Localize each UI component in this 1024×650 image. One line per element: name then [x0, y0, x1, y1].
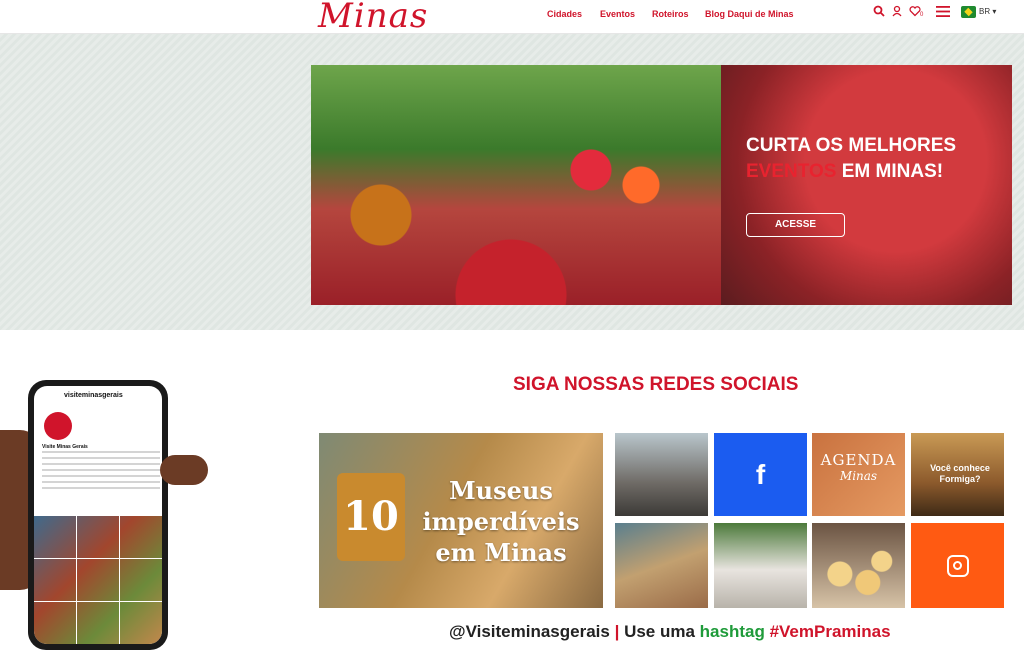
post-forminga[interactable]: Você conhece Formiga? — [911, 433, 1004, 516]
minas-logo[interactable]: Minas — [318, 0, 428, 36]
acesse-button[interactable]: ACESSE — [746, 213, 845, 237]
banner-title: CURTA OS MELHORES EVENTOS EM MINAS! — [746, 135, 957, 182]
thumb-image — [160, 455, 208, 485]
post-museus[interactable]: 10 Museus imperdíveis em Minas — [319, 433, 603, 608]
post-photo-pao-de-queijo[interactable] — [812, 523, 905, 608]
nav-cidades[interactable]: Cidades — [547, 9, 582, 19]
flag-icon[interactable] — [961, 6, 976, 18]
facebook-icon[interactable]: f — [714, 433, 807, 516]
nav-eventos[interactable]: Eventos — [600, 9, 635, 19]
phone-mockup: visiteminasgerais Visite Minas Gerais — [28, 380, 168, 650]
phone-instagram-handle: visiteminasgerais — [64, 392, 123, 399]
post-agenda-minas[interactable]: AGENDA Minas — [812, 433, 905, 516]
favorites-count: 0 — [920, 12, 924, 18]
menu-icon[interactable] — [936, 5, 950, 21]
events-banner[interactable]: CURTA OS MELHORES EVENTOS EM MINAS! ACES… — [311, 65, 1012, 305]
instagram-icon[interactable] — [911, 523, 1004, 608]
phone-photo-grid — [34, 516, 162, 644]
social-section-title: SIGA NOSSAS REDES SOCIAIS — [513, 374, 799, 395]
search-icon[interactable] — [873, 5, 885, 20]
user-icon[interactable] — [891, 5, 903, 20]
phone-screen: visiteminasgerais Visite Minas Gerais — [34, 386, 162, 644]
museus-caption: Museus imperdíveis em Minas — [422, 476, 580, 567]
phone-bio-text — [42, 451, 160, 491]
banner-text-panel — [721, 65, 1012, 305]
language-selector[interactable]: BR ▾ — [979, 7, 996, 16]
profile-avatar — [44, 412, 72, 440]
top-navigation-bar: Minas Cidades Eventos Roteiros Blog Daqu… — [0, 0, 1024, 36]
post-photo-hat[interactable] — [615, 523, 708, 608]
nav-blog-daqui-de-minas[interactable]: Blog Daqui de Minas — [705, 9, 794, 19]
hashtag-line: @Visiteminasgerais | Use uma hashtag #Ve… — [449, 622, 891, 641]
nav-roteiros[interactable]: Roteiros — [652, 9, 689, 19]
post-photo-food[interactable] — [714, 523, 807, 608]
museus-number: 10 — [337, 473, 405, 561]
phone-profile-name: Visite Minas Gerais — [42, 444, 88, 450]
post-people-photo[interactable] — [615, 433, 708, 516]
festival-photo — [311, 65, 721, 305]
